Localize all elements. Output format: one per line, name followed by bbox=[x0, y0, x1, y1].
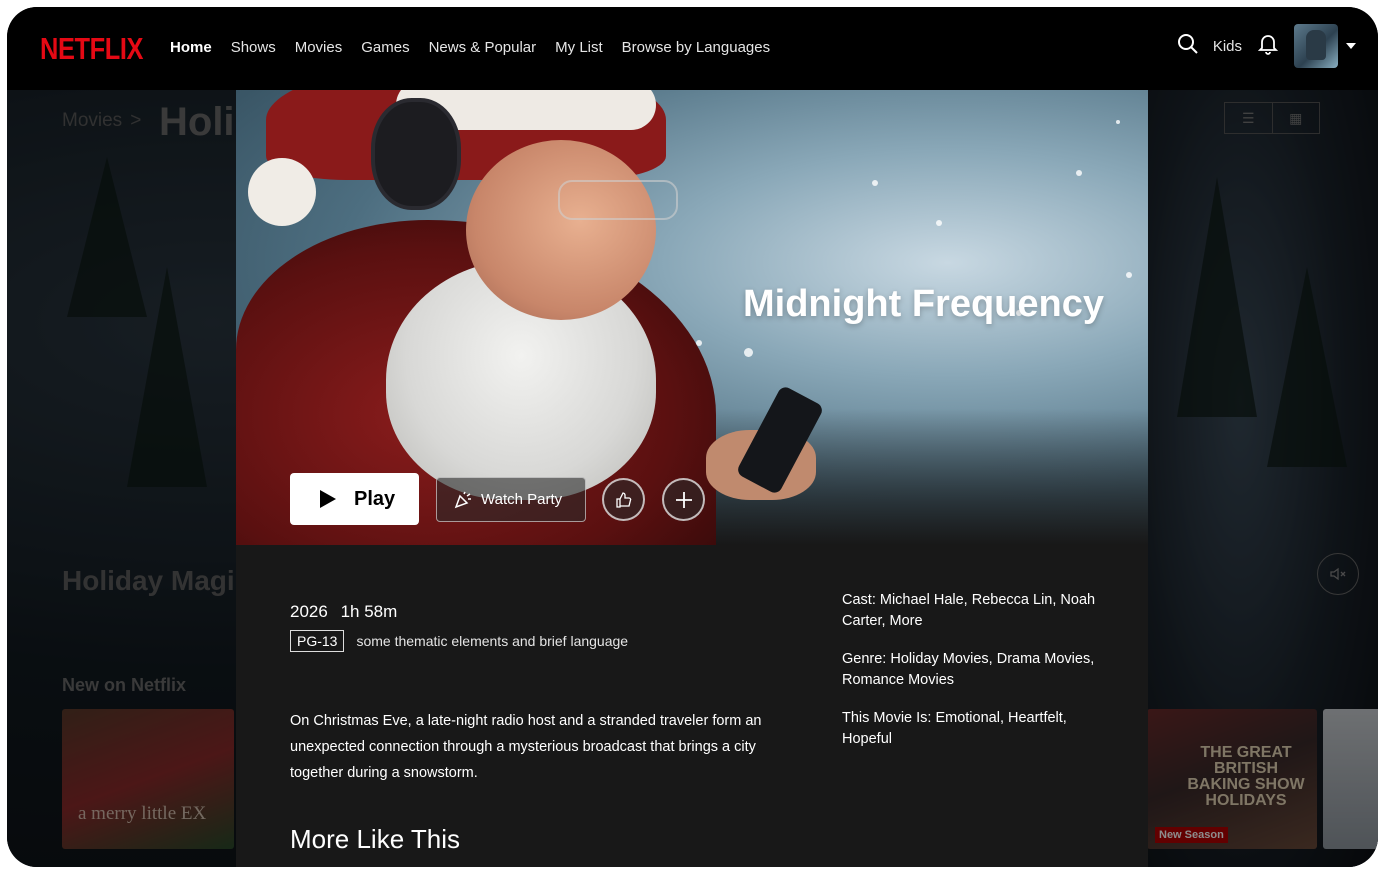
hero-figure-headphones bbox=[371, 98, 461, 210]
netflix-logo[interactable]: NETFLIX bbox=[40, 31, 143, 67]
party-icon bbox=[453, 490, 473, 510]
nav-link-browse-languages[interactable]: Browse by Languages bbox=[622, 39, 770, 56]
nav-right: Kids bbox=[1177, 24, 1356, 68]
nav-link-shows[interactable]: Shows bbox=[231, 39, 276, 56]
content-advisory: some thematic elements and brief languag… bbox=[356, 633, 629, 649]
watch-party-label: Watch Party bbox=[481, 491, 563, 508]
synopsis: On Christmas Eve, a late-night radio hos… bbox=[290, 713, 762, 781]
play-icon bbox=[320, 490, 336, 508]
nav-link-movies[interactable]: Movies bbox=[295, 39, 343, 56]
mood-tags[interactable]: This Movie Is: Emotional, Heartfelt, Hop… bbox=[842, 708, 1112, 750]
top-nav: NETFLIX Home Shows Movies Games News & P… bbox=[7, 7, 1378, 90]
hero-title: Midnight Frequency bbox=[743, 283, 1104, 325]
nav-links: Home Shows Movies Games News & Popular M… bbox=[170, 39, 789, 56]
nav-link-news-popular[interactable]: News & Popular bbox=[429, 39, 537, 56]
thumbs-up-icon[interactable] bbox=[602, 478, 645, 521]
title-detail-modal: Midnight Frequency Play Watch Party 2026… bbox=[236, 90, 1148, 867]
genre-list[interactable]: Genre: Holiday Movies, Drama Movies, Rom… bbox=[842, 649, 1112, 691]
more-like-this-heading: More Like This bbox=[290, 824, 461, 854]
title-details: Cast: Michael Hale, Rebecca Lin, Noah Ca… bbox=[842, 590, 1112, 767]
watch-party-button[interactable]: Watch Party bbox=[436, 477, 586, 522]
release-year: 2026 bbox=[290, 602, 328, 621]
kids-link[interactable]: Kids bbox=[1213, 38, 1242, 55]
play-button-label: Play bbox=[354, 487, 396, 510]
nav-link-games[interactable]: Games bbox=[361, 39, 409, 56]
app-window: Movies > Holi ☰ ▦ Holiday Magi New on Net… bbox=[7, 7, 1378, 867]
hero-image: Midnight Frequency Play Watch Party bbox=[236, 90, 1148, 545]
search-icon[interactable] bbox=[1177, 33, 1199, 60]
caret-down-icon[interactable] bbox=[1346, 43, 1356, 49]
rating-row: PG-13 some thematic elements and brief l… bbox=[290, 630, 628, 652]
avatar[interactable] bbox=[1294, 24, 1338, 68]
snowflake bbox=[936, 220, 942, 226]
bell-icon[interactable] bbox=[1257, 33, 1279, 60]
snowflake bbox=[1076, 170, 1082, 176]
hero-figure-pompom bbox=[248, 158, 316, 226]
snowflake bbox=[696, 340, 702, 346]
maturity-rating: PG-13 bbox=[290, 630, 345, 652]
snowflake bbox=[1116, 120, 1120, 124]
nav-link-my-list[interactable]: My List bbox=[555, 39, 603, 56]
cast-list[interactable]: Cast: Michael Hale, Rebecca Lin, Noah Ca… bbox=[842, 590, 1112, 632]
duration: 1h 58m bbox=[340, 602, 398, 621]
hero-figure-face bbox=[466, 140, 656, 320]
snowflake bbox=[744, 348, 753, 357]
plus-icon[interactable] bbox=[662, 478, 705, 521]
hero-figure-glasses bbox=[558, 180, 678, 220]
snowflake bbox=[1126, 272, 1132, 278]
snowflake bbox=[872, 180, 878, 186]
play-button[interactable]: Play bbox=[290, 473, 419, 525]
nav-link-home[interactable]: Home bbox=[170, 39, 212, 56]
title-meta: 2026 1h 58m bbox=[290, 602, 405, 622]
